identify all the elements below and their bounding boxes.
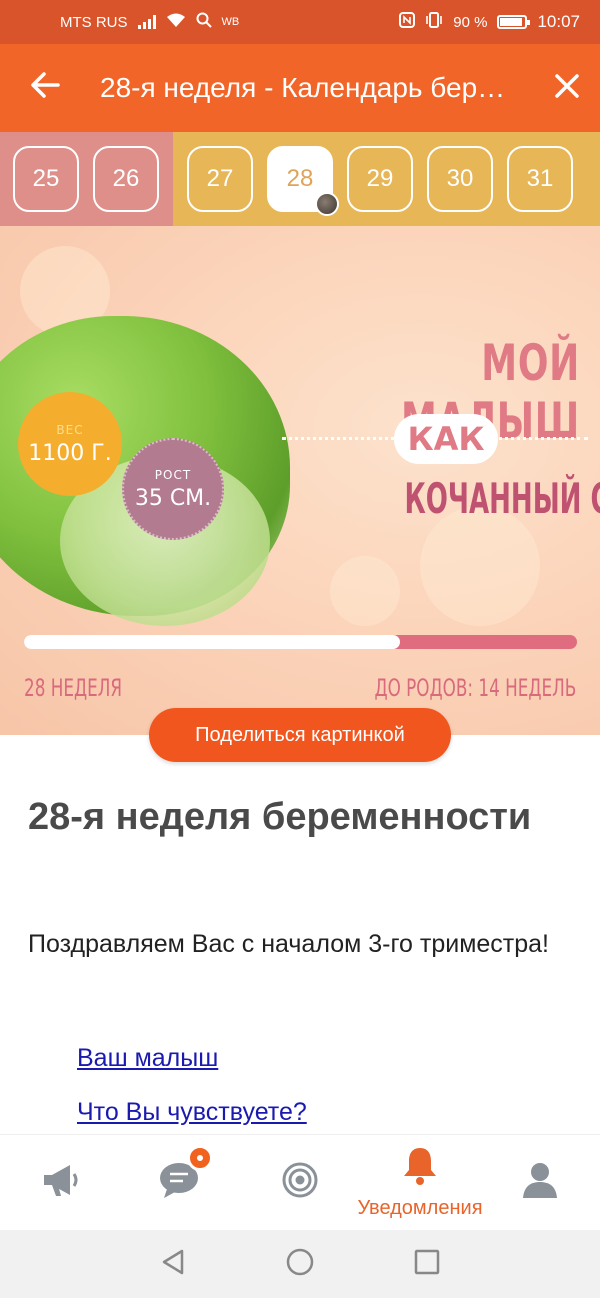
system-home-icon[interactable] bbox=[286, 1248, 314, 1281]
article-intro: Поздравляем Вас с началом 3-го триместра… bbox=[28, 930, 549, 958]
wifi-icon bbox=[166, 12, 186, 32]
chat-notification-badge bbox=[187, 1145, 213, 1171]
link-your-baby[interactable]: Ваш малыш bbox=[77, 1044, 218, 1073]
clock: 10:07 bbox=[537, 12, 580, 31]
nfc-icon bbox=[399, 12, 416, 32]
system-back-icon[interactable] bbox=[160, 1248, 186, 1281]
height-badge: РОСТ 35 СМ. bbox=[122, 438, 224, 540]
week-illustration: ВЕС 1100 Г. РОСТ 35 СМ. МОЙ МАЛЫШ КАК КО… bbox=[0, 226, 600, 735]
page-title: 28-я неделя - Календарь беременности bbox=[100, 72, 540, 103]
nav-profile[interactable] bbox=[485, 1160, 595, 1205]
status-bar: MTS RUS WB 90 % 10:07 bbox=[0, 0, 600, 44]
weight-value: 1100 Г. bbox=[28, 440, 112, 466]
week-tab-29[interactable]: 29 bbox=[347, 146, 413, 212]
link-how-you-feel[interactable]: Что Вы чувствуете? bbox=[77, 1098, 307, 1127]
week-tab-25[interactable]: 25 bbox=[13, 146, 79, 212]
week-selector: 25 26 27 28 29 30 31 bbox=[0, 132, 600, 226]
progress-fill bbox=[24, 635, 401, 649]
week-tab-27[interactable]: 27 bbox=[187, 146, 253, 212]
carrier-label: MTS RUS bbox=[60, 13, 128, 31]
system-navigation-bar bbox=[0, 1230, 600, 1298]
week-tab-31[interactable]: 31 bbox=[507, 146, 573, 212]
height-label: РОСТ bbox=[154, 467, 192, 482]
avatar bbox=[315, 192, 339, 216]
nav-notifications-label: Уведомления bbox=[357, 1196, 483, 1219]
search-status-icon bbox=[196, 12, 212, 32]
app-bar: 28-я неделя - Календарь беременности bbox=[0, 44, 600, 132]
nav-notifications[interactable]: Уведомления bbox=[357, 1146, 483, 1220]
nav-news[interactable] bbox=[5, 1161, 115, 1204]
week-tab-26[interactable]: 26 bbox=[93, 146, 159, 212]
hero-kak-label: КАК bbox=[394, 414, 498, 464]
hero-comparison: КОЧАННЫЙ САЛАТ bbox=[404, 474, 600, 523]
bell-icon bbox=[402, 1146, 438, 1191]
target-icon bbox=[281, 1161, 319, 1204]
pregnancy-progress-bar bbox=[24, 635, 577, 649]
article-heading: 28-я неделя беременности bbox=[28, 796, 532, 838]
share-image-button[interactable]: Поделиться картинкой bbox=[149, 708, 451, 762]
system-recents-icon[interactable] bbox=[414, 1249, 440, 1280]
height-value: 35 СМ. bbox=[134, 485, 212, 511]
bokeh-decoration bbox=[420, 506, 540, 626]
battery-percent: 90 % bbox=[453, 13, 488, 31]
nav-goals[interactable] bbox=[245, 1161, 355, 1204]
nav-chat[interactable] bbox=[125, 1145, 235, 1204]
bokeh-decoration bbox=[330, 556, 400, 626]
battery-icon bbox=[497, 15, 531, 29]
arrow-left-icon[interactable] bbox=[30, 71, 90, 105]
weight-label: ВЕС bbox=[56, 422, 84, 437]
bottom-navigation: Уведомления bbox=[0, 1134, 600, 1230]
megaphone-icon bbox=[40, 1161, 80, 1204]
close-icon[interactable] bbox=[540, 72, 580, 104]
user-icon bbox=[521, 1160, 559, 1205]
current-week-label: 28 НЕДЕЛЯ bbox=[24, 674, 123, 702]
week-tab-label: 28 bbox=[286, 165, 314, 192]
week-tab-30[interactable]: 30 bbox=[427, 146, 493, 212]
weeks-remaining-label: ДО РОДОВ: 14 НЕДЕЛЬ bbox=[374, 674, 576, 702]
vibrate-icon bbox=[425, 12, 443, 32]
week-tab-28[interactable]: 28 bbox=[267, 146, 339, 216]
status-extra-label: WB bbox=[221, 16, 240, 28]
weight-badge: ВЕС 1100 Г. bbox=[18, 392, 122, 496]
signal-icon bbox=[137, 15, 156, 29]
